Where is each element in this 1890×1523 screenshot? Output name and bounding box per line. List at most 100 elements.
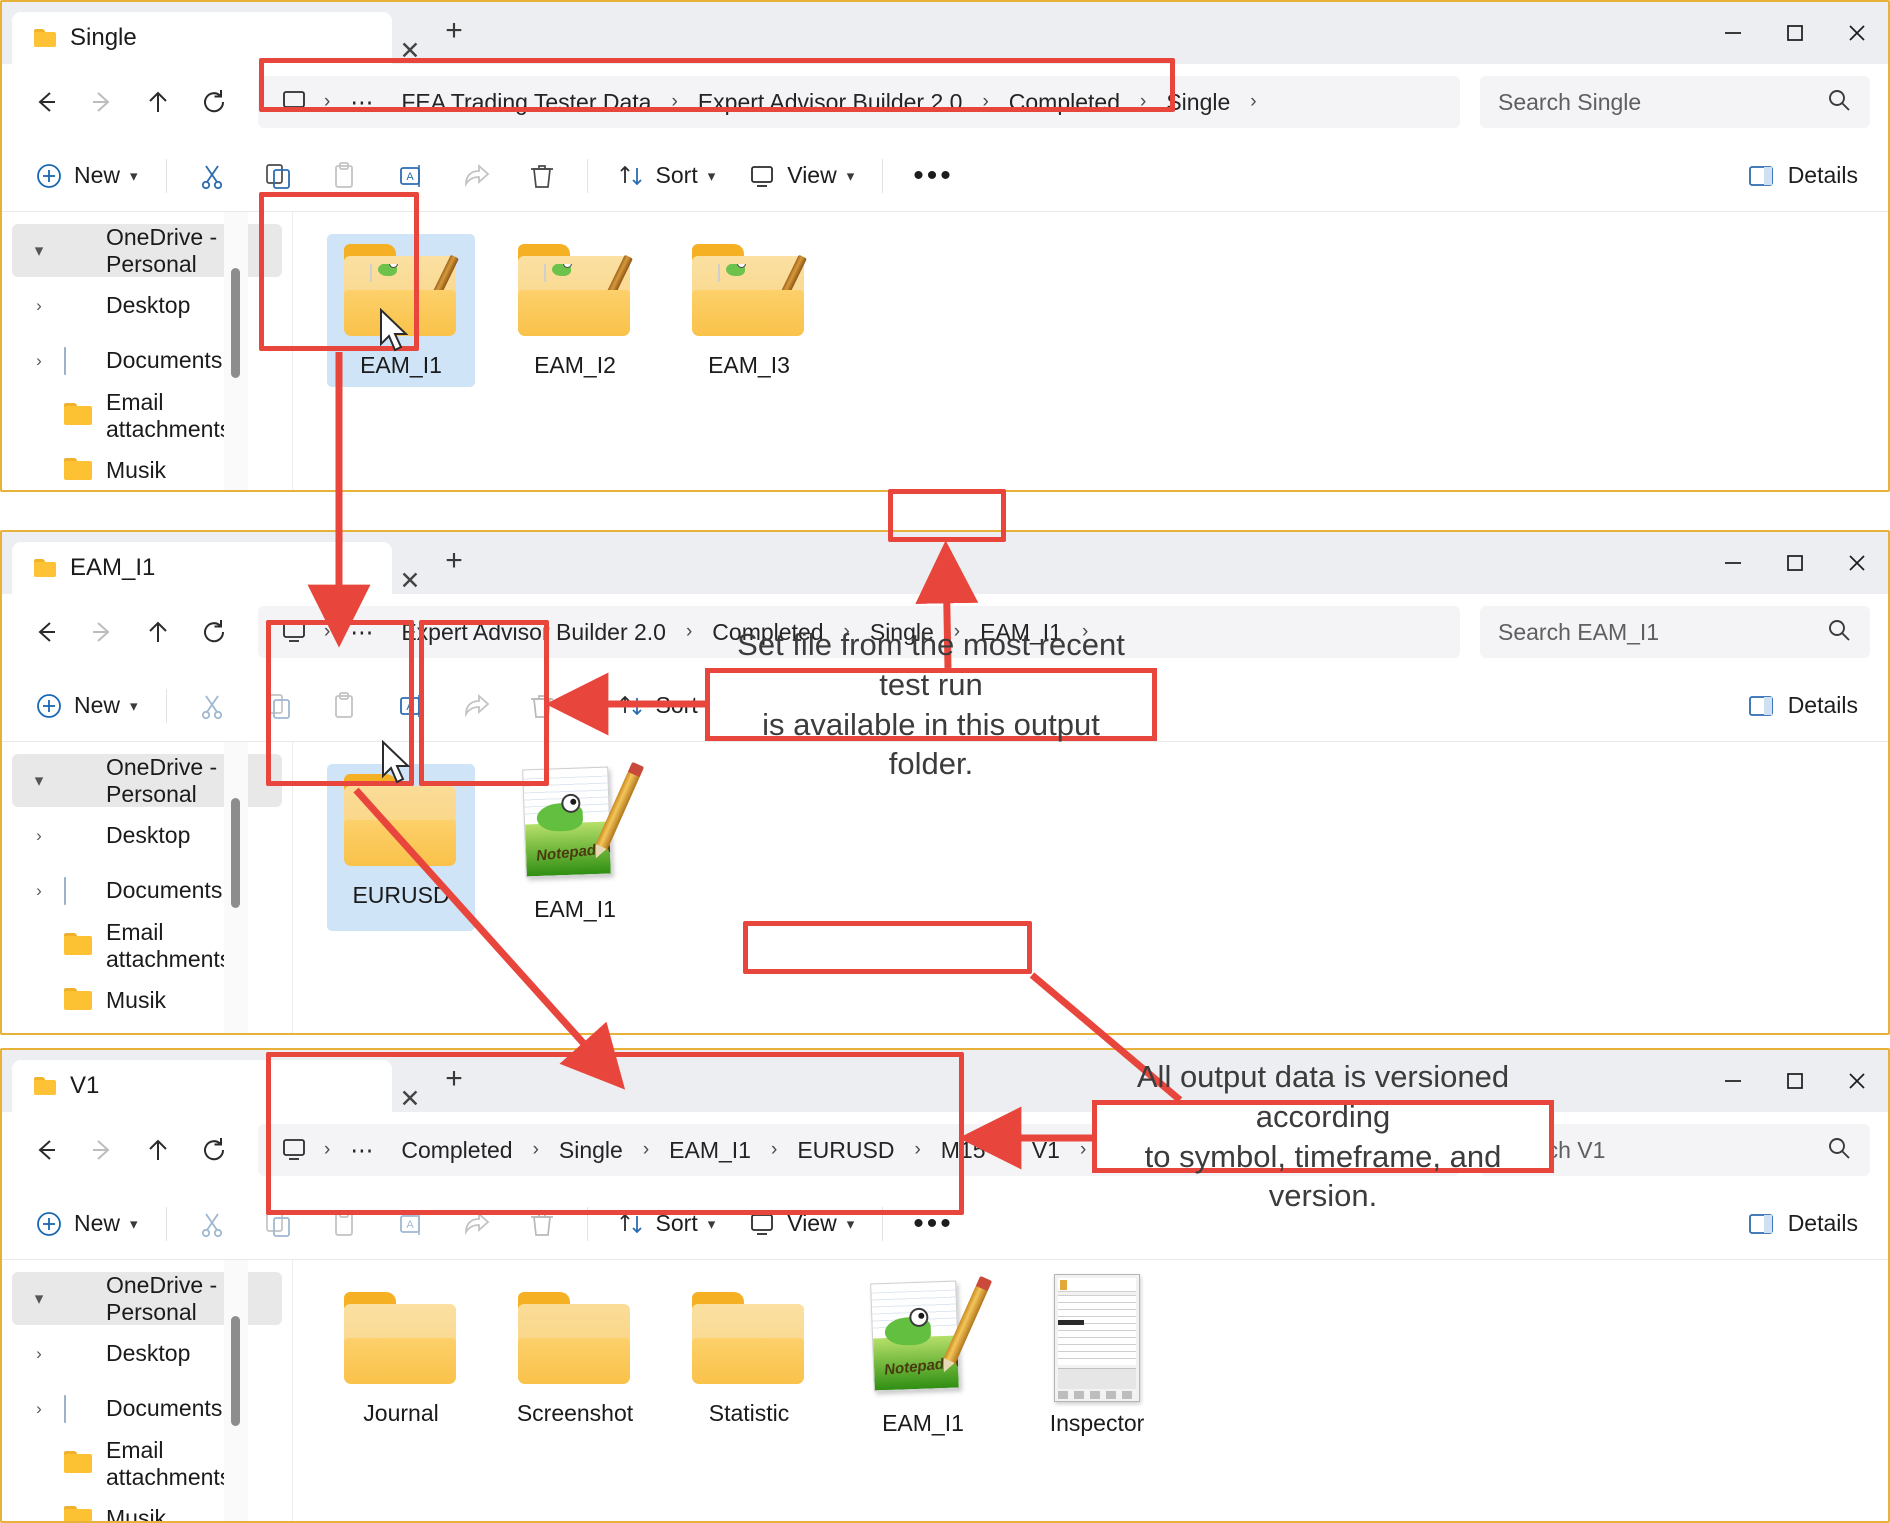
tab-v1[interactable]: V1 [12,1060,392,1112]
breadcrumb-item[interactable]: Completed [389,1133,524,1168]
close-button[interactable] [1826,1050,1888,1112]
delete-button[interactable] [511,1198,573,1250]
list-item[interactable]: Notepad++ EAM_I1 [501,754,649,931]
list-item[interactable]: X Journal [327,1282,475,1445]
close-button[interactable] [1826,532,1888,594]
close-button[interactable] [1826,2,1888,64]
copy-button[interactable] [247,680,309,732]
breadcrumb-overflow[interactable]: ⋯ [338,1133,387,1168]
list-item[interactable]: Inspector [1023,1268,1171,1445]
list-item[interactable]: X Statistic [675,1282,823,1445]
paste-button[interactable] [313,680,375,732]
share-button[interactable] [445,1198,507,1250]
refresh-icon[interactable] [188,1124,240,1176]
list-item[interactable]: EURUSD [327,764,475,931]
more-options-button[interactable]: ••• [897,150,970,202]
list-item[interactable]: EAM_I2 [501,234,649,387]
share-button[interactable] [445,150,507,202]
cut-button[interactable] [181,1198,243,1250]
cut-button[interactable] [181,680,243,732]
new-tab-button[interactable]: + [428,544,480,578]
new-button[interactable]: New ▾ [20,1198,152,1250]
refresh-icon[interactable] [188,606,240,658]
sidebar-scrollbar-thumb[interactable] [231,268,240,378]
list-item[interactable]: Notepad++ EAM_I1 [849,1268,997,1445]
maximize-button[interactable] [1764,532,1826,594]
chevron-down-icon[interactable]: ▾ [847,1215,855,1233]
up-icon[interactable] [132,1124,184,1176]
copy-button[interactable] [247,1198,309,1250]
chevron-down-icon[interactable]: ▾ [130,697,138,715]
search-icon[interactable] [1826,87,1852,118]
sort-button[interactable]: Sort ▾ [602,150,730,202]
chevron-right-icon[interactable]: › [26,826,52,846]
breadcrumb-overflow[interactable]: ⋯ [338,85,387,120]
rename-button[interactable]: A [379,680,441,732]
delete-button[interactable] [511,680,573,732]
new-tab-button[interactable]: + [428,14,480,48]
minimize-button[interactable] [1702,532,1764,594]
up-icon[interactable] [132,606,184,658]
forward-icon[interactable] [76,606,128,658]
chevron-down-icon[interactable]: ▾ [26,771,52,791]
breadcrumb-item-symbol[interactable]: EURUSD [785,1133,906,1168]
chevron-down-icon[interactable]: ▾ [708,1215,716,1233]
breadcrumb-item[interactable]: Single [1154,85,1242,120]
this-pc-icon[interactable] [272,1137,316,1163]
tab-close-button[interactable]: ✕ [392,39,428,64]
copy-button[interactable] [247,150,309,202]
paste-button[interactable] [313,1198,375,1250]
minimize-button[interactable] [1702,2,1764,64]
chevron-right-icon[interactable]: › [26,1344,52,1364]
new-button[interactable]: New ▾ [20,680,152,732]
back-icon[interactable] [20,606,72,658]
new-tab-button[interactable]: + [428,1062,480,1096]
list-item[interactable]: Screenshot [501,1282,649,1445]
chevron-down-icon[interactable]: ▾ [847,167,855,185]
search-icon[interactable] [1826,1135,1852,1166]
delete-button[interactable] [511,150,573,202]
breadcrumb-item-timeframe[interactable]: M15 [929,1133,998,1168]
tab-eam-i1[interactable]: EAM_I1 [12,542,392,594]
back-icon[interactable] [20,76,72,128]
chevron-down-icon[interactable]: ▾ [708,167,716,185]
search-input[interactable]: Search EAM_I1 [1480,606,1870,658]
chevron-down-icon[interactable]: ▾ [26,1289,52,1309]
cut-button[interactable] [181,150,243,202]
forward-icon[interactable] [76,1124,128,1176]
chevron-right-icon[interactable]: › [26,296,52,316]
details-pane-button[interactable]: Details [1746,691,1870,721]
file-list[interactable]: EURUSD Notepad++ EAM_I1 [292,742,1888,1033]
sidebar-scrollbar-thumb[interactable] [231,798,240,908]
sidebar-scrollbar-thumb[interactable] [231,1316,240,1426]
this-pc-icon[interactable] [272,89,316,115]
chevron-down-icon[interactable]: ▾ [130,167,138,185]
more-options-button[interactable]: ••• [897,1198,970,1250]
tab-single[interactable]: Single [12,12,392,64]
breadcrumb-item[interactable]: Completed [997,85,1132,120]
breadcrumb-item-version[interactable]: V1 [1020,1133,1072,1168]
view-button[interactable]: View ▾ [733,150,868,202]
minimize-button[interactable] [1702,1050,1764,1112]
window-single[interactable]: Single ✕ + › ⋯ FEA Trading Tester Data ›… [0,0,1890,492]
share-button[interactable] [445,680,507,732]
chevron-right-icon[interactable]: › [26,881,52,901]
maximize-button[interactable] [1764,1050,1826,1112]
breadcrumb[interactable]: › ⋯ FEA Trading Tester Data › Expert Adv… [258,76,1460,128]
maximize-button[interactable] [1764,2,1826,64]
file-list[interactable]: EAM_I1 EAM_I2 EAM_I3 [292,212,1888,490]
breadcrumb-item[interactable]: EAM_I1 [657,1133,763,1168]
breadcrumb-item[interactable]: Single [547,1133,635,1168]
view-button[interactable]: View ▾ [733,1198,868,1250]
list-item[interactable]: EAM_I3 [675,234,823,387]
details-pane-button[interactable]: Details [1746,1209,1870,1239]
breadcrumb-item[interactable]: Expert Advisor Builder 2.0 [686,85,975,120]
chevron-right-icon[interactable]: › [26,1399,52,1419]
up-icon[interactable] [132,76,184,128]
back-icon[interactable] [20,1124,72,1176]
chevron-down-icon[interactable]: ▾ [26,241,52,261]
sort-button[interactable]: Sort ▾ [602,1198,730,1250]
breadcrumb-item[interactable]: Expert Advisor Builder 2.0 [389,615,678,650]
paste-button[interactable] [313,150,375,202]
chevron-right-icon[interactable]: › [26,351,52,371]
